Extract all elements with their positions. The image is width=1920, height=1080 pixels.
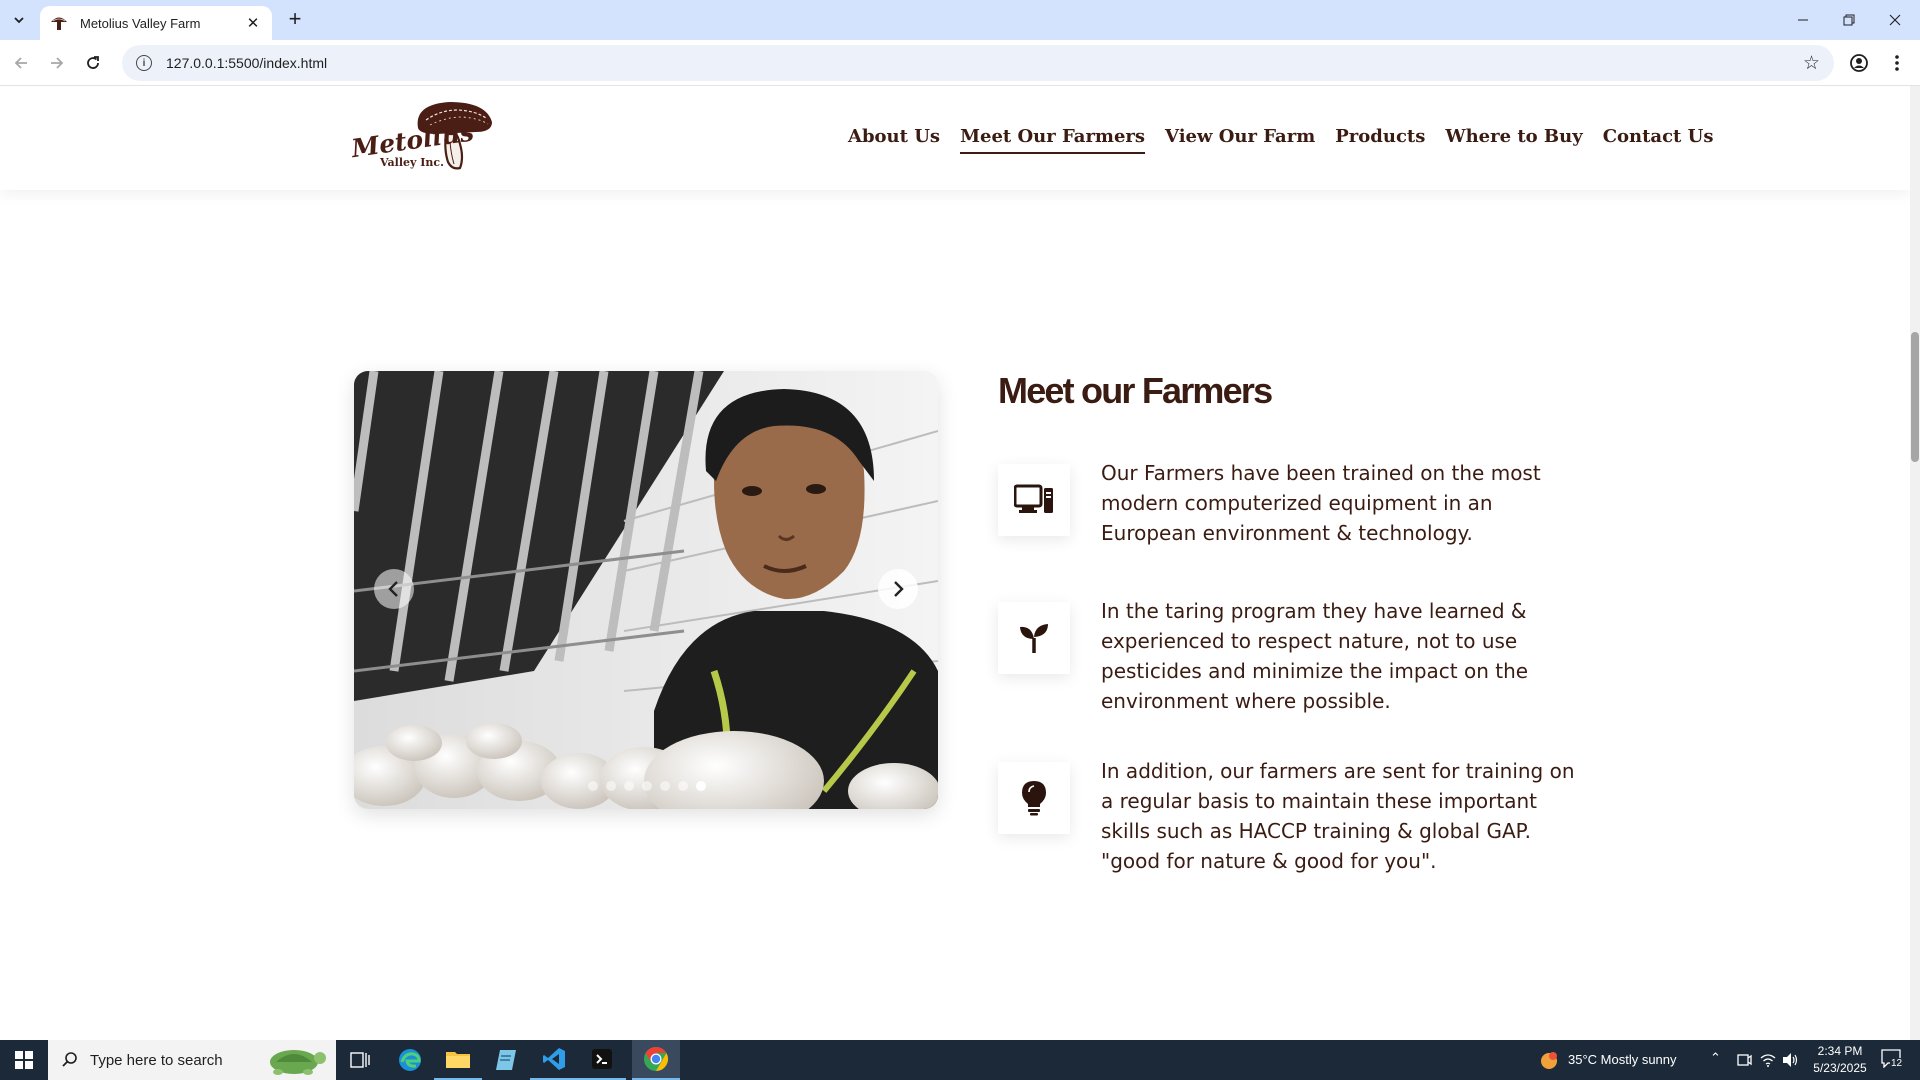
taskbar-search-box[interactable]: Type here to search — [48, 1040, 336, 1080]
nav-view-our-farm[interactable]: View Our Farm — [1165, 126, 1315, 154]
carousel-dot[interactable] — [642, 781, 652, 791]
folder-icon — [446, 1052, 470, 1068]
profile-icon — [1850, 54, 1868, 72]
reload-button[interactable] — [78, 48, 108, 78]
taskbar-vscode[interactable] — [530, 1040, 578, 1080]
forward-button[interactable] — [42, 48, 72, 78]
notification-count: 12 — [1890, 1058, 1904, 1069]
carousel-dot[interactable] — [696, 781, 706, 791]
nav-products[interactable]: Products — [1335, 126, 1425, 154]
restore-icon — [1843, 14, 1855, 26]
page-scrollbar[interactable] — [1910, 86, 1920, 1040]
edge-icon — [399, 1049, 421, 1071]
nav-meet-our-farmers[interactable]: Meet Our Farmers — [960, 126, 1146, 154]
mushroom-favicon-icon — [51, 17, 67, 30]
feature-icon-box — [998, 762, 1070, 834]
vscode-icon — [543, 1048, 565, 1070]
bookmark-star-icon[interactable]: ☆ — [1803, 52, 1820, 75]
browser-menu-button[interactable] — [1882, 48, 1912, 78]
close-window-button[interactable] — [1872, 0, 1918, 40]
back-button[interactable] — [6, 48, 36, 78]
browser-tab[interactable]: Metolius Valley Farm ✕ — [40, 6, 272, 40]
seedling-icon — [1020, 624, 1048, 653]
taskbar-edge[interactable] — [386, 1040, 434, 1080]
volume-icon[interactable] — [1782, 1052, 1800, 1068]
turtle-icon — [270, 1050, 326, 1075]
taskbar-chrome[interactable] — [632, 1040, 680, 1080]
start-button[interactable] — [0, 1040, 48, 1080]
new-tab-button[interactable]: + — [282, 8, 308, 32]
scrollbar-thumb[interactable] — [1911, 332, 1919, 462]
minimize-icon — [1798, 19, 1808, 21]
profile-button[interactable] — [1844, 48, 1874, 78]
weather-sun-icon[interactable] — [1538, 1050, 1560, 1072]
browser-toolbar: i 127.0.0.1:5500/index.html ☆ — [0, 40, 1920, 86]
nav-about-us[interactable]: About Us — [848, 126, 940, 154]
carousel-prev-button[interactable] — [374, 569, 414, 609]
carousel-dot[interactable] — [678, 781, 688, 791]
terminal-icon — [592, 1049, 612, 1069]
chevron-right-icon — [894, 581, 904, 597]
taskbar-terminal[interactable] — [578, 1040, 626, 1080]
meet-now-icon[interactable] — [1736, 1052, 1752, 1068]
restore-window-button[interactable] — [1826, 0, 1872, 40]
main-navigation: About Us Meet Our Farmers View Our Farm … — [848, 126, 1713, 154]
task-view-icon — [350, 1052, 370, 1068]
nav-where-to-buy[interactable]: Where to Buy — [1445, 126, 1582, 154]
arrow-left-icon — [14, 57, 27, 69]
feature-text: In addition, our farmers are sent for tr… — [1101, 759, 1575, 873]
feature-icon-box — [998, 464, 1070, 536]
more-vertical-icon — [1895, 55, 1899, 71]
carousel-next-button[interactable] — [878, 569, 918, 609]
clock-date[interactable]: 5/23/2025 — [1808, 1061, 1872, 1075]
task-view-button[interactable] — [336, 1040, 384, 1080]
chrome-icon — [644, 1047, 669, 1071]
close-icon — [1889, 14, 1901, 26]
carousel-dot[interactable] — [606, 781, 616, 791]
windows-logo-icon — [15, 1051, 33, 1069]
clock-time[interactable]: 2:34 PM — [1814, 1044, 1866, 1058]
close-tab-icon[interactable]: ✕ — [244, 14, 262, 32]
notification-center-button[interactable]: 12 — [1880, 1048, 1906, 1072]
show-hidden-icons-icon[interactable]: ⌃ — [1710, 1050, 1721, 1066]
network-icon[interactable] — [1760, 1052, 1776, 1068]
browser-tab-bar: Metolius Valley Farm ✕ + — [0, 0, 1920, 40]
taskbar-notepad[interactable] — [482, 1040, 530, 1080]
site-logo[interactable]: Metolius Valley Inc. — [350, 98, 495, 176]
farmer-photo-carousel[interactable] — [354, 371, 938, 809]
computer-icon — [1014, 484, 1053, 513]
feature-text: In the taring program they have learned … — [1101, 599, 1529, 713]
carousel-dot[interactable] — [588, 781, 598, 791]
arrow-right-icon — [51, 57, 64, 69]
notepad-icon — [496, 1050, 516, 1070]
address-bar[interactable]: i 127.0.0.1:5500/index.html ☆ — [122, 45, 1834, 81]
web-page: Metolius Valley Inc. About Us Meet Our F… — [0, 86, 1920, 1040]
weather-text[interactable]: 35°C Mostly sunny — [1568, 1052, 1677, 1067]
carousel-dot[interactable] — [624, 781, 634, 791]
taskbar-file-explorer[interactable] — [434, 1040, 482, 1080]
reload-icon — [87, 56, 99, 69]
feature-icon-box — [998, 602, 1070, 674]
nav-contact-us[interactable]: Contact Us — [1603, 126, 1714, 154]
chevron-down-icon — [14, 17, 24, 24]
site-header: Metolius Valley Inc. About Us Meet Our F… — [0, 86, 1910, 190]
url-text[interactable]: 127.0.0.1:5500/index.html — [166, 55, 1803, 71]
lightbulb-icon — [1022, 781, 1046, 816]
section-title: Meet our Farmers — [998, 370, 1273, 411]
windows-taskbar: Type here to search 35°C Mostly sunny ⌃ … — [0, 1040, 1920, 1080]
farmer-photo — [354, 371, 938, 809]
tab-search-button[interactable] — [6, 8, 32, 32]
feature-text: Our Farmers have been trained on the mos… — [1101, 461, 1541, 545]
site-info-icon[interactable]: i — [136, 55, 152, 71]
chevron-left-icon — [388, 581, 398, 597]
carousel-dot[interactable] — [660, 781, 670, 791]
carousel-indicators — [588, 781, 706, 791]
tab-title: Metolius Valley Farm — [80, 15, 201, 31]
search-placeholder: Type here to search — [90, 1051, 223, 1069]
svg-text:Valley Inc.: Valley Inc. — [379, 156, 444, 169]
search-icon — [62, 1052, 77, 1067]
minimize-window-button[interactable] — [1780, 0, 1826, 40]
